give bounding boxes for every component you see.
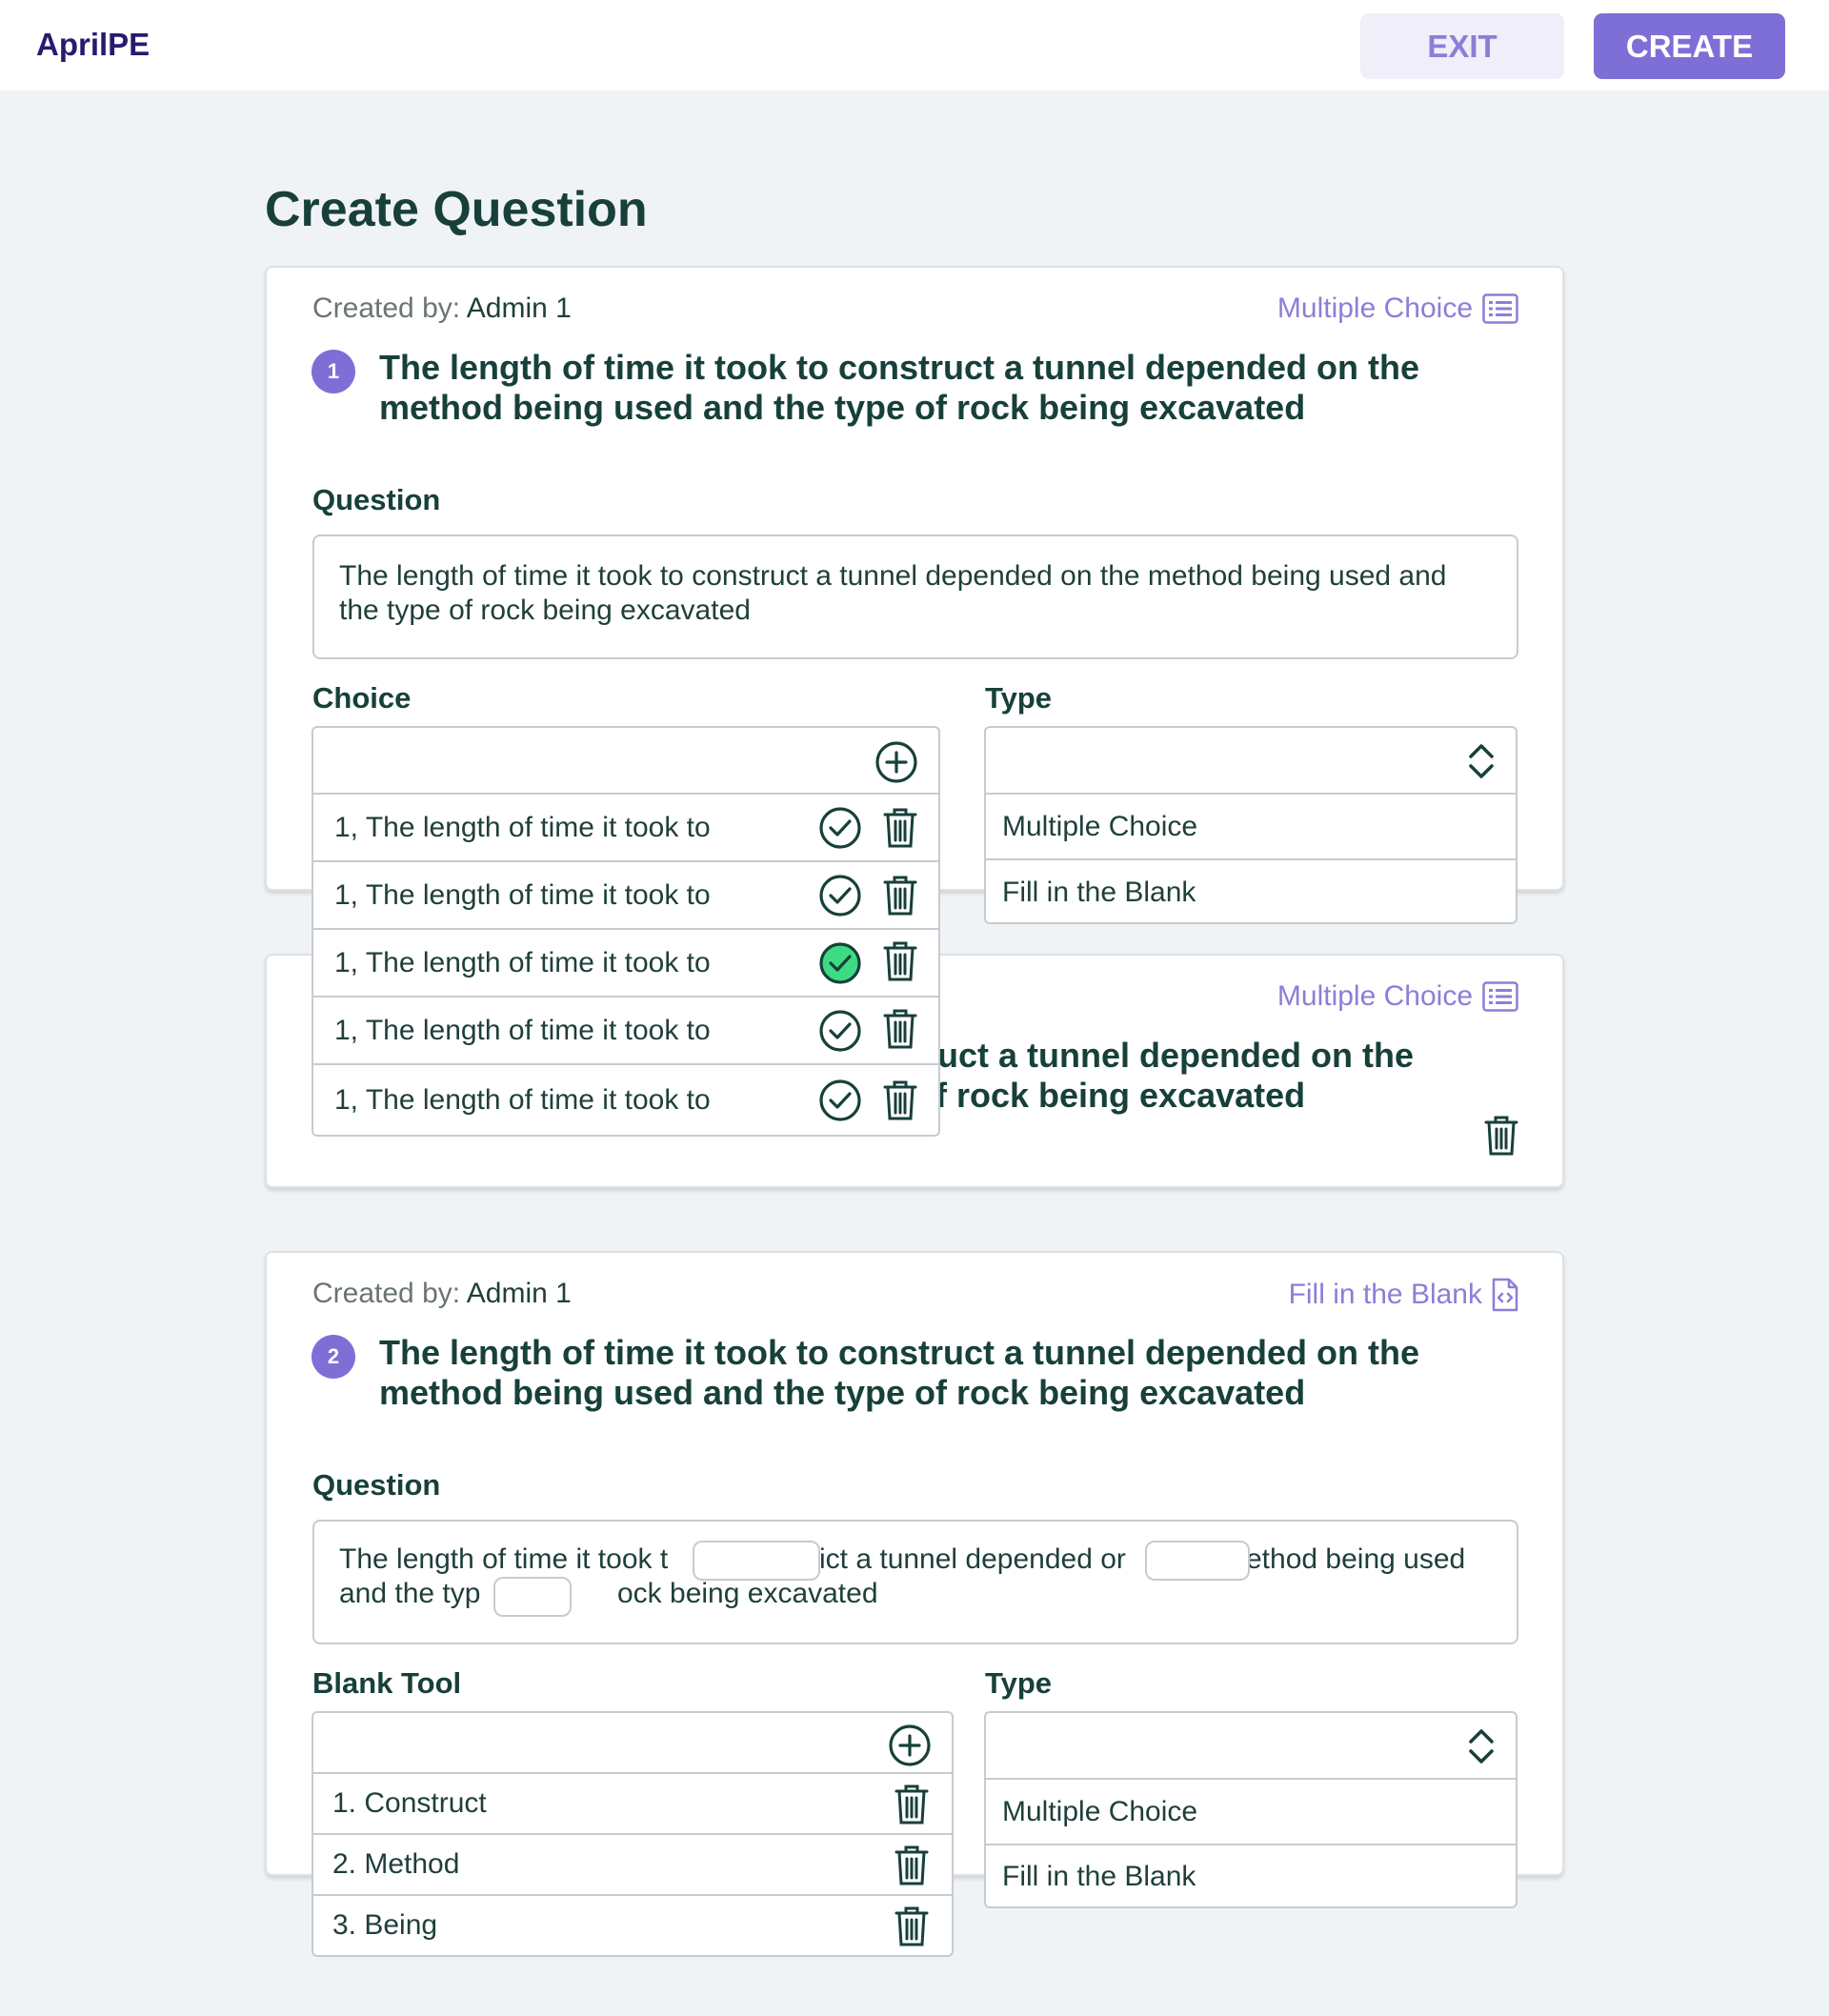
created-by-value: Admin 1 (466, 1278, 572, 1309)
delete-choice-icon[interactable] (881, 939, 919, 983)
delete-question-icon[interactable] (1482, 1114, 1520, 1158)
create-button[interactable]: CREATE (1594, 13, 1785, 79)
question-type-tag: Multiple Choice (1277, 292, 1518, 325)
question-number-badge: 2 (312, 1335, 355, 1379)
blank-item[interactable]: 2. Method (313, 1833, 952, 1894)
blank-tool-list: 1. Construct 2. Method 3. Being (312, 1711, 954, 1957)
question-label: Question (312, 1468, 441, 1502)
created-by: Created by: Admin 1 (312, 1278, 572, 1309)
blank-slot[interactable] (693, 1541, 820, 1581)
mark-correct-icon[interactable] (818, 1079, 862, 1122)
question-title: The length of time it took to construct … (379, 1333, 1419, 1412)
created-by-value: Admin 1 (466, 292, 572, 324)
question-textarea-with-blanks[interactable]: The length of time it took t ict a tunne… (312, 1520, 1518, 1644)
delete-blank-icon[interactable] (893, 1844, 931, 1887)
type-option-fill-in-the-blank[interactable]: Fill in the Blank (986, 1844, 1516, 1908)
blank-slot[interactable] (1145, 1541, 1250, 1581)
choice-list: 1, The length of time it took to 1, The … (312, 726, 940, 1137)
blank-item[interactable]: 3. Being (313, 1894, 952, 1955)
choice-label: Choice (312, 681, 412, 715)
list-icon (1482, 293, 1518, 324)
type-label: Type (985, 681, 1053, 715)
type-label: Type (985, 1666, 1053, 1700)
app-logo[interactable]: AprilPE (36, 27, 150, 63)
question-number-badge: 1 (312, 350, 355, 393)
exit-button[interactable]: EXIT (1360, 13, 1564, 79)
delete-blank-icon[interactable] (893, 1905, 931, 1948)
choice-item[interactable]: 1, The length of time it took to (313, 793, 938, 860)
correct-answer-icon[interactable] (818, 941, 862, 985)
list-icon (1482, 981, 1518, 1012)
choice-item[interactable]: 1, The length of time it took to (313, 860, 938, 928)
question-title-line: f rock being excavated (935, 1076, 1306, 1115)
page-title: Create Question (265, 182, 648, 237)
mark-correct-icon[interactable] (818, 806, 862, 850)
choice-item[interactable]: 1, The length of time it took to (313, 996, 938, 1063)
question-title: The length of time it took to construct … (379, 348, 1419, 427)
question-title-line: uct a tunnel depended on the (937, 1036, 1415, 1075)
add-choice-icon[interactable] (874, 739, 919, 785)
question-text-segment: and the typ (339, 1578, 481, 1609)
chevron-up-down-icon[interactable] (1462, 1724, 1500, 1768)
question-type-tag: Multiple Choice (1277, 980, 1518, 1013)
chevron-up-down-icon[interactable] (1462, 739, 1500, 783)
question-label: Question (312, 483, 441, 516)
blank-slot[interactable] (493, 1577, 572, 1617)
question-textarea[interactable]: The length of time it took to construct … (312, 534, 1518, 659)
choice-item-correct[interactable]: 1, The length of time it took to (313, 928, 938, 996)
add-blank-icon[interactable] (887, 1723, 933, 1768)
mark-correct-icon[interactable] (818, 1009, 862, 1053)
mark-correct-icon[interactable] (818, 874, 862, 917)
question-text-segment: ock being excavated (617, 1578, 878, 1609)
type-option-multiple-choice[interactable]: Multiple Choice (986, 1778, 1516, 1844)
choice-item[interactable]: 1, The length of time it took to (313, 1063, 938, 1135)
delete-choice-icon[interactable] (881, 806, 919, 850)
code-file-icon (1492, 1278, 1518, 1312)
blank-item[interactable]: 1. Construct (313, 1772, 952, 1833)
type-dropdown[interactable]: Multiple Choice Fill in the Blank (984, 726, 1517, 924)
type-option-fill-in-the-blank[interactable]: Fill in the Blank (986, 858, 1516, 924)
delete-choice-icon[interactable] (881, 1079, 919, 1122)
question-text-segment: ict a tunnel depended or (819, 1543, 1126, 1575)
question-type-tag: Fill in the Blank (1289, 1278, 1518, 1312)
question-text-segment: ethod being used (1246, 1543, 1466, 1575)
type-dropdown[interactable]: Multiple Choice Fill in the Blank (984, 1711, 1517, 1908)
blank-tool-label: Blank Tool (312, 1666, 462, 1700)
delete-choice-icon[interactable] (881, 1007, 919, 1051)
delete-choice-icon[interactable] (881, 874, 919, 917)
created-by: Created by: Admin 1 (312, 292, 572, 324)
type-option-multiple-choice[interactable]: Multiple Choice (986, 793, 1516, 858)
delete-blank-icon[interactable] (893, 1783, 931, 1826)
question-text-segment: The length of time it took t (339, 1543, 669, 1575)
